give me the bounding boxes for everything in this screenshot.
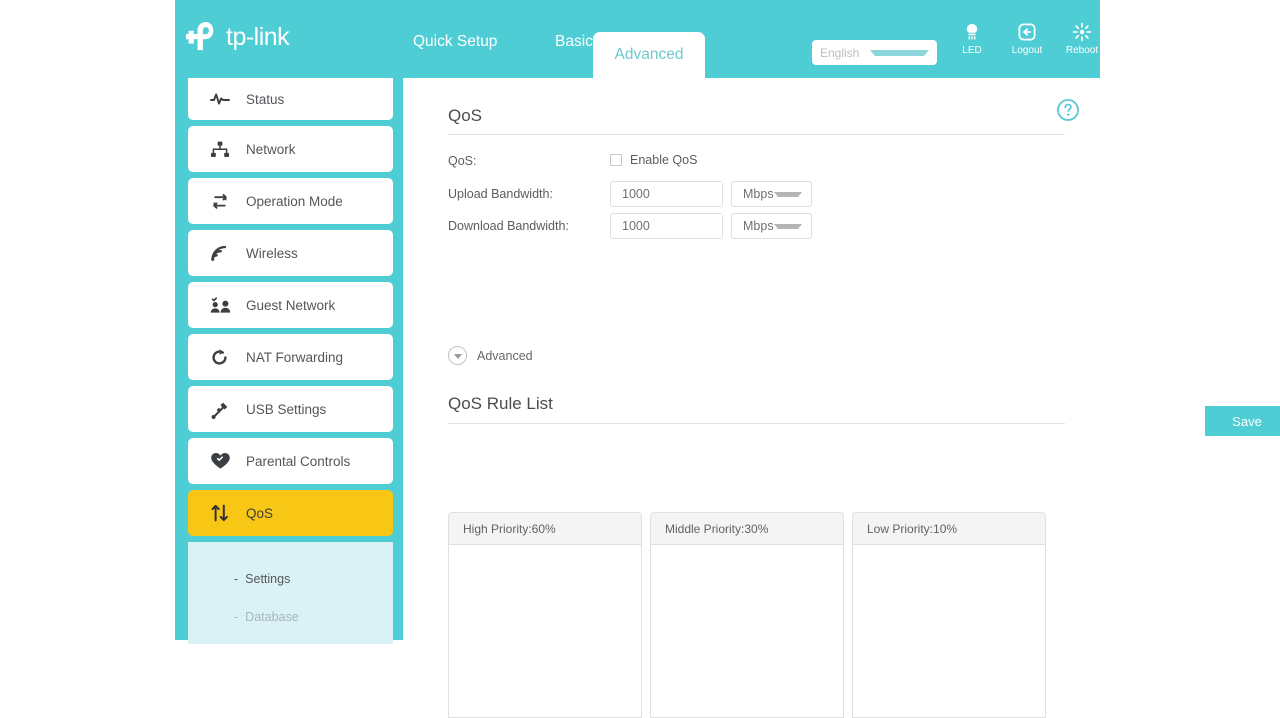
download-unit-value: Mbps xyxy=(743,219,774,233)
language-select[interactable]: English xyxy=(812,40,937,65)
pulse-icon xyxy=(210,89,236,109)
sidebar-item-label: Status xyxy=(246,91,285,107)
guest-users-icon xyxy=(210,295,236,315)
language-value: English xyxy=(820,45,860,60)
reboot-button[interactable]: Reboot xyxy=(1055,22,1109,56)
tplink-logo-icon xyxy=(186,20,220,54)
router-admin-page: tp-link Quick Setup Basic Advanced Engli… xyxy=(175,0,1280,718)
sidebar-item-operation-mode[interactable]: Operation Mode xyxy=(188,178,393,224)
section-divider xyxy=(448,423,1065,424)
top-header: tp-link Quick Setup Basic Advanced Engli… xyxy=(175,0,1100,78)
priority-column-low: Low Priority:10% xyxy=(852,512,1046,718)
sidebar-subitem-label: Database xyxy=(245,610,299,624)
advanced-toggle-label: Advanced xyxy=(477,348,533,363)
save-button[interactable]: Save xyxy=(1205,406,1280,436)
dash-marker: - xyxy=(234,572,239,586)
usb-icon xyxy=(210,399,236,419)
logout-icon xyxy=(1017,22,1037,42)
download-bandwidth-label: Download Bandwidth: xyxy=(448,219,569,233)
upload-unit-value: Mbps xyxy=(743,187,774,201)
rule-list-title: QoS Rule List xyxy=(448,394,553,413)
operation-mode-icon xyxy=(210,191,236,211)
sidebar-item-wireless[interactable]: Wireless xyxy=(188,230,393,276)
sidebar-item-network[interactable]: Network xyxy=(188,126,393,172)
sidebar-item-label: Wireless xyxy=(246,245,298,261)
sidebar: Status Network Operation Mode Wireless G… xyxy=(175,78,403,644)
sidebar-item-qos[interactable]: QoS xyxy=(188,490,393,536)
sidebar-item-status[interactable]: Status xyxy=(188,78,393,120)
upload-bandwidth-label: Upload Bandwidth: xyxy=(448,187,553,201)
network-tree-icon xyxy=(210,139,236,159)
advanced-toggle[interactable]: Advanced xyxy=(448,346,533,365)
led-button[interactable]: LED xyxy=(945,22,999,56)
upload-bandwidth-input[interactable]: 1000 xyxy=(610,181,723,207)
sidebar-submenu-qos: - Settings - Database xyxy=(188,542,393,644)
priority-column-middle: Middle Priority:30% xyxy=(650,512,844,718)
download-bandwidth-input[interactable]: 1000 xyxy=(610,213,723,239)
chevron-down-icon xyxy=(869,49,929,56)
chevron-down-circle-icon xyxy=(448,346,467,365)
dash-marker: - xyxy=(234,610,239,624)
heart-icon xyxy=(210,451,236,471)
sidebar-item-label: USB Settings xyxy=(246,401,327,417)
sidebar-subitem-label: Settings xyxy=(245,572,291,586)
priority-column-header: Middle Priority:30% xyxy=(651,513,843,545)
sidebar-subitem-database[interactable]: - Database xyxy=(188,598,393,636)
nat-forwarding-icon xyxy=(210,347,236,367)
checkbox-box xyxy=(610,154,622,166)
sidebar-item-nat-forwarding[interactable]: NAT Forwarding xyxy=(188,334,393,380)
tab-quick-setup[interactable]: Quick Setup xyxy=(413,33,497,51)
question-circle-icon[interactable] xyxy=(1056,98,1080,127)
priority-column-high: High Priority:60% xyxy=(448,512,642,718)
upload-unit-select[interactable]: Mbps xyxy=(731,181,812,207)
sidebar-item-label: Network xyxy=(246,141,296,157)
download-unit-select[interactable]: Mbps xyxy=(731,213,812,239)
chevron-down-icon xyxy=(773,223,802,229)
enable-qos-label: Enable QoS xyxy=(630,153,698,167)
tab-advanced-label: Advanced xyxy=(614,46,684,63)
updown-arrows-icon xyxy=(210,503,236,523)
sidebar-item-guest-network[interactable]: Guest Network xyxy=(188,282,393,328)
logout-button[interactable]: Logout xyxy=(1000,22,1054,56)
reboot-icon xyxy=(1072,22,1092,42)
sidebar-item-label: Guest Network xyxy=(246,297,336,313)
sidebar-item-parental-controls[interactable]: Parental Controls xyxy=(188,438,393,484)
tab-basic[interactable]: Basic xyxy=(555,33,593,51)
enable-qos-checkbox[interactable]: Enable QoS xyxy=(610,153,697,167)
brand-logo: tp-link xyxy=(186,20,290,54)
sidebar-item-label: QoS xyxy=(246,505,274,521)
sidebar-item-label: Parental Controls xyxy=(246,453,351,469)
sidebar-item-label: Operation Mode xyxy=(246,193,343,209)
chevron-down-icon xyxy=(773,191,802,197)
logout-label: Logout xyxy=(1011,45,1043,56)
section-divider xyxy=(448,134,1065,135)
tab-advanced[interactable]: Advanced xyxy=(593,32,705,78)
priority-column-header: High Priority:60% xyxy=(449,513,641,545)
sidebar-item-usb-settings[interactable]: USB Settings xyxy=(188,386,393,432)
wireless-signal-icon xyxy=(210,243,236,263)
content-panel: QoS QoS: Enable QoS Upload Bandwidth: 10… xyxy=(403,78,1280,718)
priority-column-header: Low Priority:10% xyxy=(853,513,1045,545)
led-label: LED xyxy=(962,45,982,56)
sidebar-item-label: NAT Forwarding xyxy=(246,349,344,365)
reboot-label: Reboot xyxy=(1065,45,1099,56)
led-bulb-icon xyxy=(962,22,982,42)
brand-name: tp-link xyxy=(226,22,290,51)
sidebar-subitem-settings[interactable]: - Settings xyxy=(188,560,393,598)
qos-field-label: QoS: xyxy=(448,154,477,168)
qos-section-title: QoS xyxy=(448,106,483,125)
